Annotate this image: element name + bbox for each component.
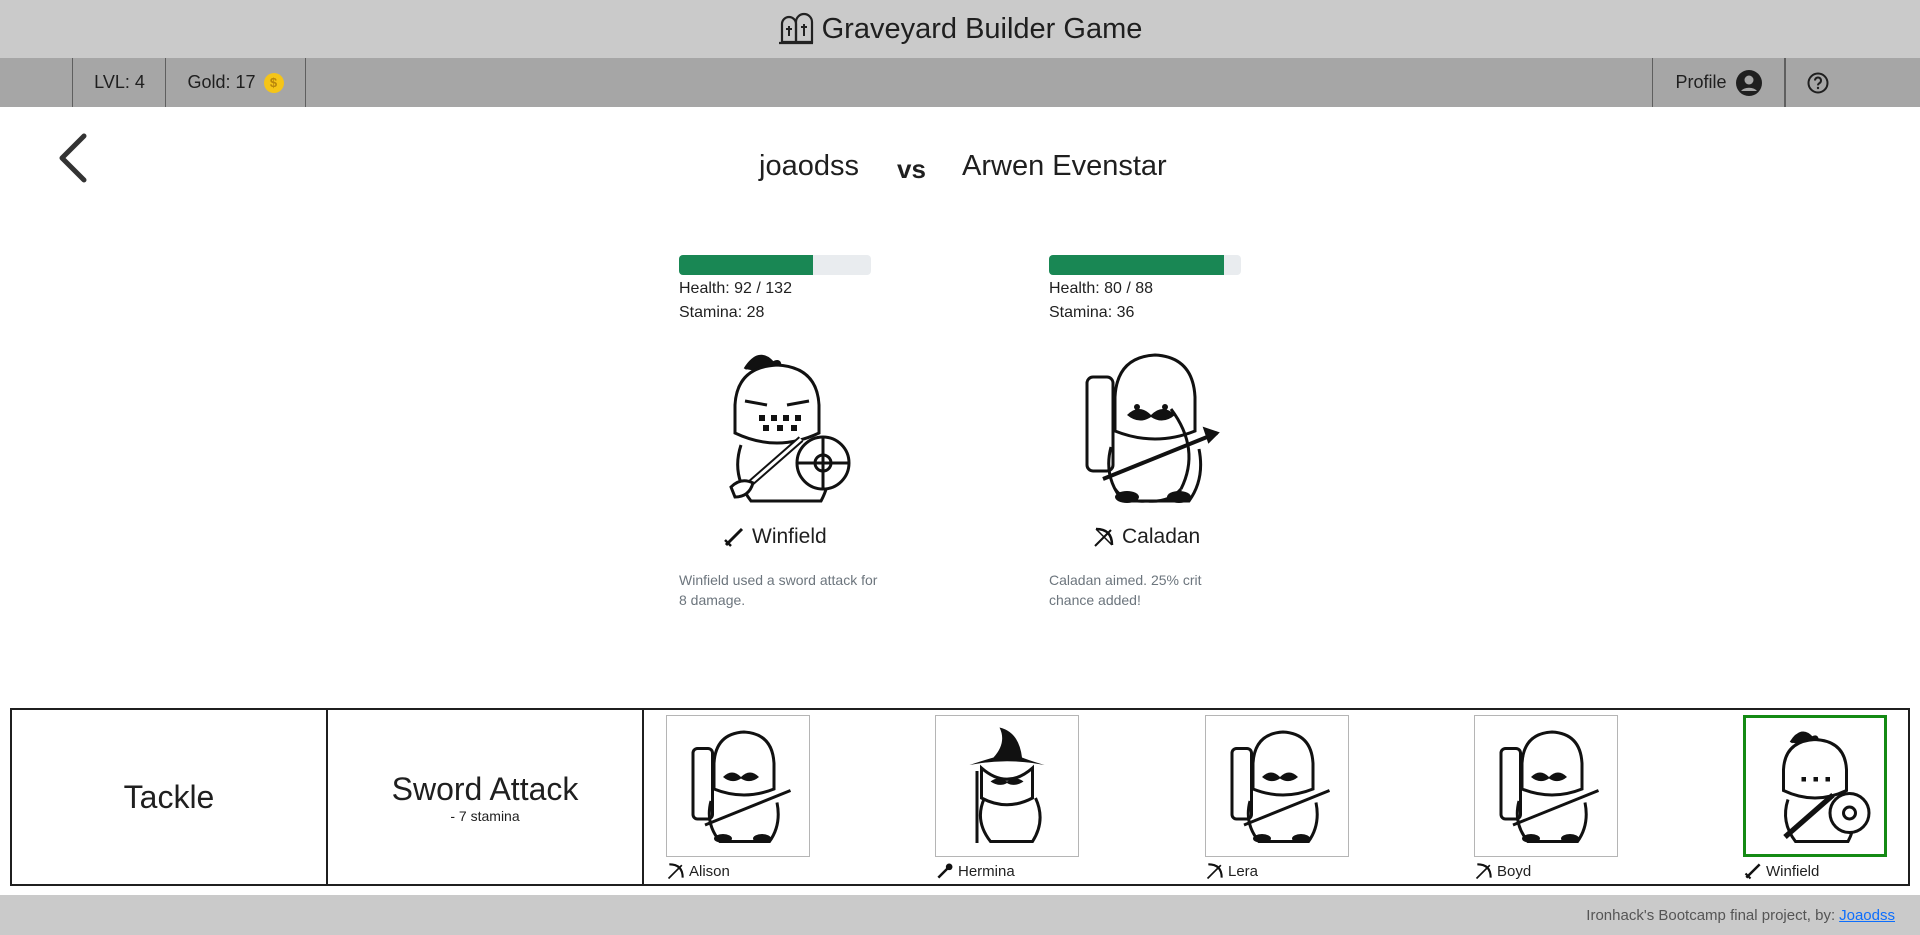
move-name: Tackle xyxy=(123,778,215,815)
opponent-name: Arwen Evenstar xyxy=(962,150,1167,182)
archer-portrait xyxy=(1499,730,1600,843)
bow-icon xyxy=(1475,863,1492,880)
team-member-name: Winfield xyxy=(1766,862,1820,880)
player-combatant: Health: 92 / 132 Stamina: 28 Winfield Wi… xyxy=(679,255,879,608)
move-button-tackle[interactable]: Tackle xyxy=(12,710,328,884)
team-member-label: Alison xyxy=(666,861,810,881)
combatant-name-text: Caladan xyxy=(1122,525,1201,548)
move-button-sword-attack[interactable]: Sword Attack - 7 stamina xyxy=(328,710,644,884)
sword-icon xyxy=(1744,863,1761,880)
stamina-text: Stamina: 28 xyxy=(679,304,765,321)
bow-icon xyxy=(1094,527,1114,547)
archer-portrait xyxy=(1230,730,1331,843)
team-member-label: Boyd xyxy=(1474,861,1618,881)
team-member-lera[interactable]: Lera xyxy=(1205,715,1349,881)
gold-text: Gold: 17 xyxy=(187,72,256,92)
level-display: LVL: 4 xyxy=(72,58,166,107)
health-bar xyxy=(1049,255,1241,275)
team-member-winfield[interactable]: Winfield xyxy=(1743,715,1887,881)
vs-label: vs xyxy=(897,154,926,184)
archer-portrait xyxy=(691,730,792,843)
health-bar-fill xyxy=(1049,255,1224,275)
team-member-name: Hermina xyxy=(958,862,1015,880)
battle-header: joaodss vs Arwen Evenstar xyxy=(0,150,1920,195)
profile-label: Profile xyxy=(1675,72,1727,92)
move-name: Sword Attack xyxy=(391,770,579,807)
tombstones-icon xyxy=(778,12,813,45)
stats-bar: LVL: 4 Gold: 17 $ Profile xyxy=(0,58,1920,107)
health-bar xyxy=(679,255,871,275)
bow-icon xyxy=(1206,863,1223,880)
team-thumbnail[interactable] xyxy=(1205,715,1349,857)
wizard-portrait xyxy=(969,727,1045,843)
user-circle-icon xyxy=(1735,69,1762,96)
coin-icon: $ xyxy=(263,72,284,93)
knight-portrait xyxy=(1782,731,1871,843)
app-header: Graveyard Builder Game xyxy=(0,0,1920,58)
team-member-name: Boyd xyxy=(1497,862,1532,880)
team-member-boyd[interactable]: Boyd xyxy=(1474,715,1618,881)
staff-icon xyxy=(937,863,953,879)
help-button[interactable] xyxy=(1785,58,1850,107)
question-circle-icon xyxy=(1807,72,1828,93)
action-panel: Tackle Sword Attack - 7 stamina Alison H… xyxy=(10,708,1910,886)
move-cost: - 7 stamina xyxy=(450,807,520,824)
level-text: LVL: 4 xyxy=(94,72,145,92)
health-text: Health: 92 / 132 xyxy=(679,280,792,297)
team-thumbnail[interactable] xyxy=(935,715,1079,857)
battle-log: Winfield used a sword attack for 8 damag… xyxy=(679,572,878,608)
archer-portrait xyxy=(1085,353,1220,503)
health-bar-fill xyxy=(679,255,813,275)
team-member-alison[interactable]: Alison xyxy=(666,715,810,881)
combatant-name-text: Winfield xyxy=(752,525,827,548)
knight-portrait xyxy=(729,354,851,503)
combatant-name: Winfield xyxy=(722,525,827,549)
footer: Ironhack's Bootcamp final project, by: J… xyxy=(0,895,1920,935)
team-member-label: Lera xyxy=(1205,861,1349,881)
bow-icon xyxy=(667,863,684,880)
combatant-name: Caladan xyxy=(1092,525,1200,549)
profile-button[interactable]: Profile xyxy=(1652,58,1785,107)
team-thumbnail[interactable] xyxy=(1474,715,1618,857)
stamina-text: Stamina: 36 xyxy=(1049,304,1135,321)
team-member-label: Winfield xyxy=(1743,861,1887,881)
footer-text: Ironhack's Bootcamp final project, by: xyxy=(1586,906,1836,924)
gold-display: Gold: 17 $ xyxy=(165,58,306,107)
app-title: Graveyard Builder Game xyxy=(821,12,1143,45)
player-name: joaodss xyxy=(759,150,859,182)
sword-icon xyxy=(724,527,744,547)
author-link[interactable]: Joaodss xyxy=(1839,907,1895,924)
team-thumbnail[interactable] xyxy=(666,715,810,857)
team-member-name: Lera xyxy=(1228,862,1259,880)
opponent-combatant: Health: 80 / 88 Stamina: 36 Caladan Cala… xyxy=(1049,255,1249,608)
team-member-hermina[interactable]: Hermina xyxy=(935,715,1079,881)
team-member-label: Hermina xyxy=(935,861,1079,881)
health-text: Health: 80 / 88 xyxy=(1049,280,1154,297)
team-member-name: Alison xyxy=(689,862,730,880)
team-thumbnail-active[interactable] xyxy=(1743,715,1887,857)
battle-log: Caladan aimed. 25% crit chance added! xyxy=(1049,572,1202,608)
